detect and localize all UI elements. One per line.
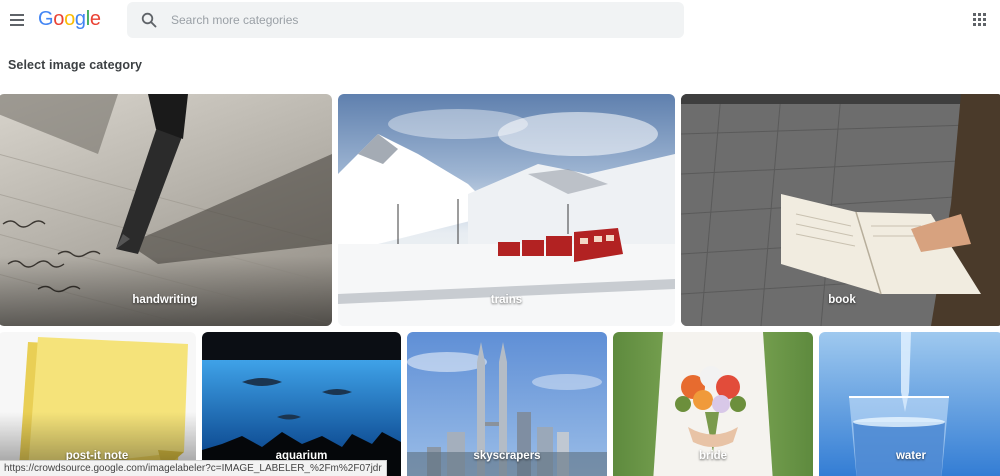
category-label: handwriting — [132, 294, 198, 306]
category-tile-aquarium[interactable]: aquarium — [202, 332, 401, 476]
top-bar: Google — [0, 0, 1000, 40]
search-input[interactable] — [171, 2, 671, 38]
category-label: water — [895, 450, 927, 462]
category-label: skyscrapers — [473, 450, 541, 462]
book-image — [681, 94, 1000, 326]
google-logo[interactable]: Google — [38, 8, 101, 31]
apps-grid-icon[interactable] — [972, 12, 988, 28]
category-label: book — [828, 294, 856, 306]
trains-image — [338, 109, 675, 326]
status-bar-url: https://crowdsource.google.com/imagelabe… — [0, 460, 387, 476]
category-tile-water[interactable]: water — [819, 332, 1000, 476]
category-label: trains — [490, 294, 523, 306]
category-tile-trains[interactable]: trains — [338, 94, 675, 326]
category-tile-skyscrapers[interactable]: skyscrapers — [407, 332, 607, 476]
category-label: bride — [698, 450, 728, 462]
category-tile-handwriting[interactable]: handwriting — [0, 94, 332, 326]
search-bar — [127, 2, 684, 38]
category-tile-bride[interactable]: bride — [613, 332, 813, 476]
hamburger-menu-icon[interactable] — [6, 9, 28, 31]
category-tile-post-it-note[interactable]: post-it note — [0, 332, 196, 476]
page-title: Select image category — [8, 58, 143, 72]
category-tile-book[interactable]: book — [681, 94, 1000, 326]
search-icon[interactable] — [141, 12, 157, 28]
